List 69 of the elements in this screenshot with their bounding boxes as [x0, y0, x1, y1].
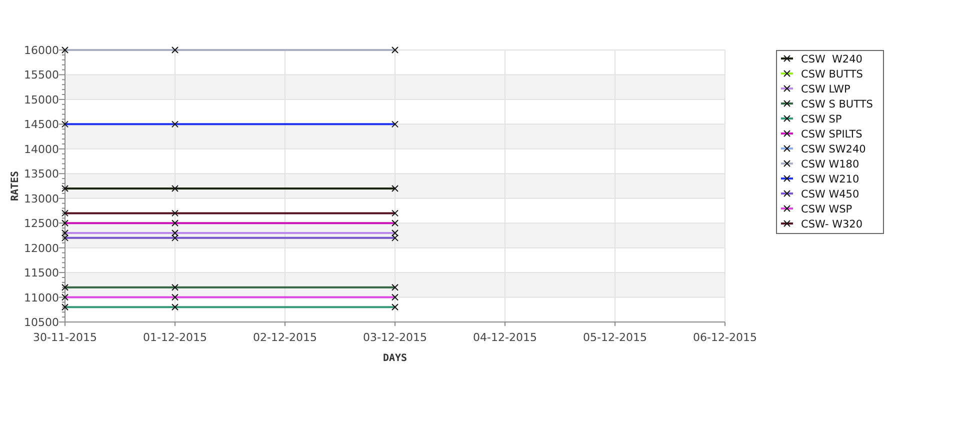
y-tick-label: 11500	[24, 266, 59, 280]
point-marker	[392, 220, 398, 227]
y-tick-label: 14000	[24, 142, 59, 156]
legend-label: CSW- W320	[801, 218, 863, 230]
x-tick-label: 01-12-2015	[143, 331, 207, 344]
point-marker	[62, 120, 68, 128]
point-marker	[62, 294, 68, 301]
legend-line-icon	[781, 190, 793, 197]
y-axis-title: RATES	[10, 170, 21, 202]
legend-line-icon	[781, 100, 793, 107]
x-tick-label: 30-11-2015	[33, 331, 97, 344]
x-tick-label: 06-12-2015	[693, 331, 757, 344]
y-tick-label: 10500	[24, 316, 59, 329]
point-marker	[62, 46, 68, 54]
point-marker	[172, 294, 178, 301]
legend-label: CSW SPILTS	[801, 128, 862, 140]
point-marker	[62, 184, 68, 192]
point-marker	[392, 120, 398, 128]
legend-line-icon	[781, 85, 793, 92]
y-tick-label: 13000	[24, 192, 59, 206]
legend-label: CSW W450	[801, 188, 860, 200]
legend-line-icon	[781, 70, 793, 77]
point-marker	[172, 120, 178, 128]
point-marker	[172, 184, 178, 192]
legend-label: CSW S BUTTS	[801, 98, 873, 110]
legend-line-icon	[781, 55, 793, 62]
legend-line-icon	[781, 130, 793, 137]
legend-label: CSW WSP	[801, 204, 852, 216]
point-marker	[172, 46, 178, 54]
point-marker	[172, 220, 178, 227]
point-marker	[62, 284, 68, 291]
legend-label: CSW W180	[801, 158, 860, 170]
y-tick-label: 11000	[24, 291, 59, 304]
point-marker	[172, 210, 178, 217]
legend-line-icon	[781, 160, 793, 167]
legend-label: CSW LWP	[801, 84, 850, 96]
y-tick-label: 12000	[24, 242, 59, 255]
x-tick-label: 03-12-2015	[363, 331, 427, 344]
point-marker	[392, 284, 398, 291]
legend-line-icon	[781, 220, 793, 227]
legend-label: CSW SP	[801, 114, 842, 126]
legend-label: CSW W210	[801, 174, 860, 186]
x-tick-label: 02-12-2015	[253, 331, 317, 344]
y-tick-label: 12500	[24, 217, 59, 230]
y-tick-label: 15000	[24, 93, 59, 106]
point-marker	[392, 184, 398, 192]
point-marker	[392, 46, 398, 54]
point-marker	[172, 304, 178, 311]
point-marker	[62, 304, 68, 311]
point-marker	[392, 294, 398, 301]
legend-label: CSW W240	[801, 54, 862, 66]
y-tick-label: 13500	[24, 168, 59, 181]
legend-line-icon	[781, 175, 793, 182]
legend-line-icon	[781, 205, 793, 212]
point-marker	[62, 220, 68, 227]
legend-label: CSW SW240	[801, 144, 866, 156]
legend-line-icon	[781, 145, 793, 152]
legend-line-icon	[781, 115, 793, 122]
point-marker	[62, 210, 68, 217]
y-tick-label: 16000	[24, 44, 59, 57]
x-tick-label: 05-12-2015	[583, 331, 647, 344]
y-tick-label: 15500	[24, 68, 59, 82]
point-marker	[392, 210, 398, 217]
y-tick-label: 14500	[24, 118, 59, 132]
legend-label: CSW BUTTS	[801, 68, 863, 80]
point-marker	[392, 304, 398, 311]
x-axis-title: DAYS	[382, 353, 408, 364]
point-marker	[172, 284, 178, 291]
x-tick-label: 04-12-2015	[473, 331, 537, 344]
